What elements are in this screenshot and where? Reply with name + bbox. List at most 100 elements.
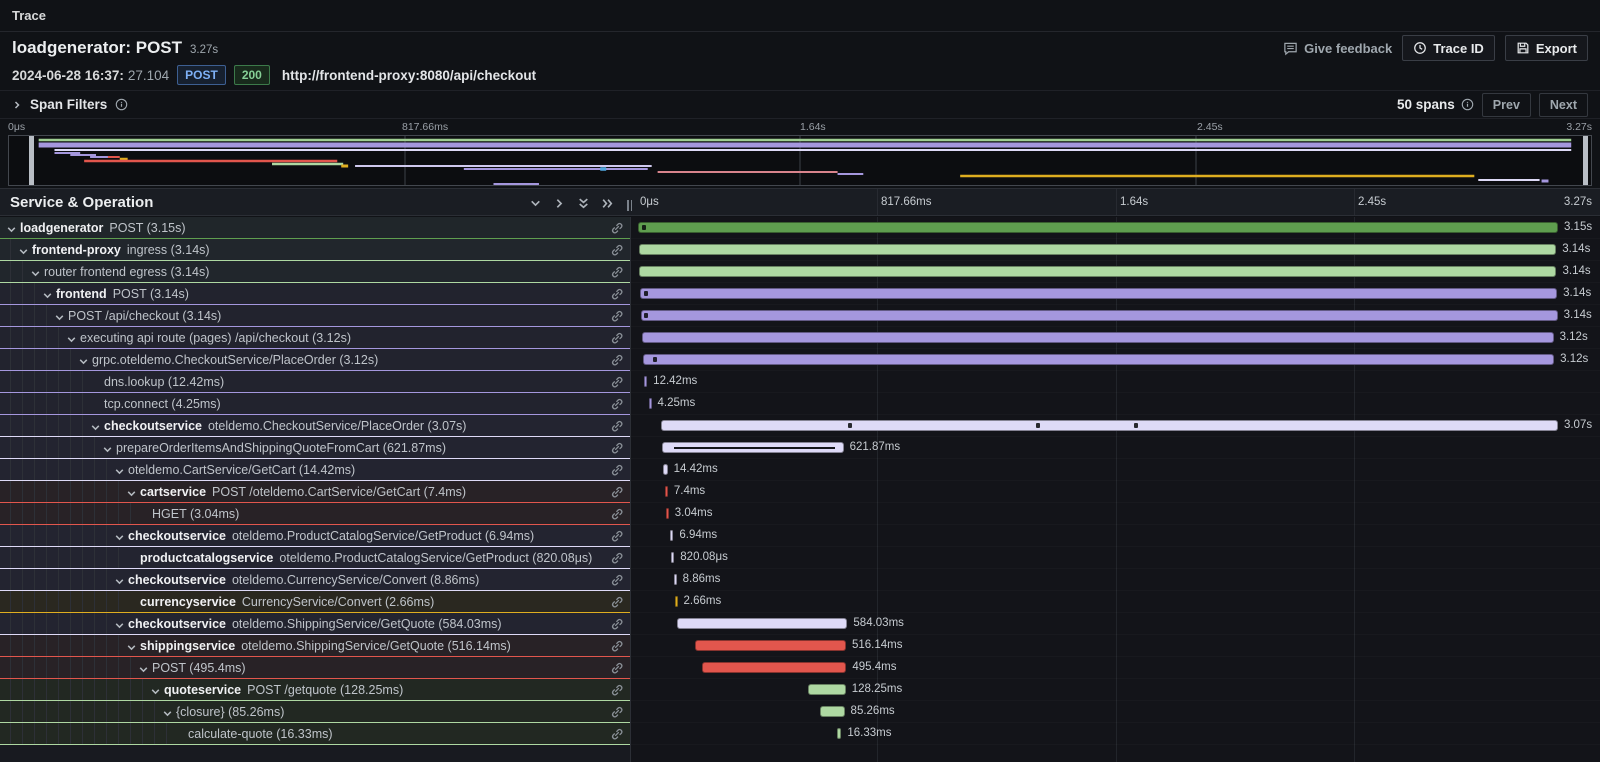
span-bar[interactable] — [640, 288, 1557, 299]
span-bar[interactable] — [695, 640, 846, 651]
span-row[interactable]: POST (495.4ms) 495.4ms — [0, 657, 1600, 679]
export-button[interactable]: Export — [1505, 35, 1588, 61]
span-name-cell[interactable]: oteldemo.CartService/GetCart (14.42ms) — [0, 459, 630, 481]
link-icon[interactable] — [610, 331, 624, 345]
span-bar[interactable] — [820, 706, 845, 717]
span-bar[interactable] — [661, 420, 1558, 431]
chevron-down-icon[interactable] — [114, 530, 125, 541]
span-bar[interactable] — [649, 398, 652, 409]
link-icon[interactable] — [610, 463, 624, 477]
chevron-down-icon[interactable] — [18, 244, 29, 255]
span-row[interactable]: checkoutserviceoteldemo.ShippingService/… — [0, 613, 1600, 635]
span-row[interactable]: productcatalogserviceoteldemo.ProductCat… — [0, 547, 1600, 569]
span-name-cell[interactable]: router frontend egress (3.14s) — [0, 261, 630, 283]
span-name-cell[interactable]: quoteservicePOST /getquote (128.25ms) — [0, 679, 630, 701]
chevron-down-icon[interactable] — [90, 420, 101, 431]
chevron-down-icon[interactable] — [42, 288, 53, 299]
link-icon[interactable] — [610, 353, 624, 367]
link-icon[interactable] — [610, 441, 624, 455]
chevron-down-icon[interactable] — [6, 222, 17, 233]
span-bar[interactable] — [641, 310, 1558, 321]
link-icon[interactable] — [610, 221, 624, 235]
chevron-down-icon[interactable] — [114, 464, 125, 475]
link-icon[interactable] — [610, 419, 624, 433]
span-row[interactable]: checkoutserviceoteldemo.CurrencyService/… — [0, 569, 1600, 591]
chevron-down-icon[interactable] — [138, 662, 149, 673]
span-bar[interactable] — [662, 442, 844, 453]
span-bar[interactable] — [665, 486, 668, 497]
span-row[interactable]: calculate-quote (16.33ms) 16.33ms — [0, 723, 1600, 745]
span-bar[interactable] — [644, 376, 648, 387]
span-bar[interactable] — [670, 530, 673, 541]
minimap-left-handle[interactable] — [29, 136, 34, 185]
chevron-down-icon[interactable] — [30, 266, 41, 277]
span-row[interactable]: oteldemo.CartService/GetCart (14.42ms) 1… — [0, 459, 1600, 481]
span-row[interactable]: prepareOrderItemsAndShippingQuoteFromCar… — [0, 437, 1600, 459]
span-bar[interactable] — [702, 662, 847, 673]
link-icon[interactable] — [610, 287, 624, 301]
link-icon[interactable] — [610, 573, 624, 587]
span-bar[interactable] — [808, 684, 845, 695]
span-bar[interactable] — [642, 332, 1553, 343]
span-name-cell[interactable]: POST (495.4ms) — [0, 657, 630, 679]
expand-all-icon[interactable] — [600, 196, 615, 211]
link-icon[interactable] — [610, 309, 624, 323]
span-bar[interactable] — [663, 464, 667, 475]
chevron-down-icon[interactable] — [162, 706, 173, 717]
link-icon[interactable] — [610, 551, 624, 565]
span-row[interactable]: POST /api/checkout (3.14s) 3.14s — [0, 305, 1600, 327]
span-name-cell[interactable]: loadgeneratorPOST (3.15s) — [0, 217, 630, 239]
expand-one-icon[interactable] — [552, 196, 567, 211]
give-feedback-link[interactable]: Give feedback — [1283, 41, 1392, 56]
span-bar[interactable] — [675, 596, 678, 607]
minimap-right-handle[interactable] — [1583, 136, 1588, 185]
link-icon[interactable] — [610, 485, 624, 499]
span-row[interactable]: quoteservicePOST /getquote (128.25ms) 12… — [0, 679, 1600, 701]
span-name-cell[interactable]: checkoutserviceoteldemo.ProductCatalogSe… — [0, 525, 630, 547]
span-name-cell[interactable]: checkoutserviceoteldemo.CheckoutService/… — [0, 415, 630, 437]
chevron-down-icon[interactable] — [78, 354, 89, 365]
chevron-down-icon[interactable] — [150, 684, 161, 695]
chevron-down-icon[interactable] — [114, 618, 125, 629]
link-icon[interactable] — [610, 243, 624, 257]
link-icon[interactable] — [610, 529, 624, 543]
link-icon[interactable] — [610, 683, 624, 697]
span-name-cell[interactable]: frontend-proxyingress (3.14s) — [0, 239, 630, 261]
link-icon[interactable] — [610, 661, 624, 675]
next-button[interactable]: Next — [1539, 93, 1588, 117]
span-row[interactable]: frontend-proxyingress (3.14s) 3.14s — [0, 239, 1600, 261]
collapse-one-icon[interactable] — [528, 196, 543, 211]
span-row[interactable]: dns.lookup (12.42ms) 12.42ms — [0, 371, 1600, 393]
span-row[interactable]: checkoutserviceoteldemo.ProductCatalogSe… — [0, 525, 1600, 547]
link-icon[interactable] — [610, 617, 624, 631]
link-icon[interactable] — [610, 375, 624, 389]
chevron-down-icon[interactable] — [102, 442, 113, 453]
span-bar[interactable] — [674, 574, 677, 585]
span-name-cell[interactable]: executing api route (pages) /api/checkou… — [0, 327, 630, 349]
link-icon[interactable] — [610, 595, 624, 609]
span-name-cell[interactable]: shippingserviceoteldemo.ShippingService/… — [0, 635, 630, 657]
span-name-cell[interactable]: productcatalogserviceoteldemo.ProductCat… — [0, 547, 630, 569]
span-name-cell[interactable]: frontendPOST (3.14s) — [0, 283, 630, 305]
span-name-cell[interactable]: {closure} (85.26ms) — [0, 701, 630, 723]
span-name-cell[interactable]: prepareOrderItemsAndShippingQuoteFromCar… — [0, 437, 630, 459]
span-row[interactable]: tcp.connect (4.25ms) 4.25ms — [0, 393, 1600, 415]
span-bar[interactable] — [677, 618, 848, 629]
link-icon[interactable] — [610, 705, 624, 719]
span-bar[interactable] — [837, 728, 842, 739]
span-bar[interactable] — [666, 508, 669, 519]
span-row[interactable]: executing api route (pages) /api/checkou… — [0, 327, 1600, 349]
span-bar[interactable] — [639, 266, 1556, 277]
chevron-down-icon[interactable] — [114, 574, 125, 585]
span-bar[interactable] — [638, 222, 1558, 233]
span-row[interactable]: frontendPOST (3.14s) 3.14s — [0, 283, 1600, 305]
span-name-cell[interactable]: cartservicePOST /oteldemo.CartService/Ge… — [0, 481, 630, 503]
span-row[interactable]: router frontend egress (3.14s) 3.14s — [0, 261, 1600, 283]
span-bar[interactable] — [643, 354, 1554, 365]
span-name-cell[interactable]: HGET (3.04ms) — [0, 503, 630, 525]
span-name-cell[interactable]: tcp.connect (4.25ms) — [0, 393, 630, 415]
span-row[interactable]: shippingserviceoteldemo.ShippingService/… — [0, 635, 1600, 657]
link-icon[interactable] — [610, 265, 624, 279]
link-icon[interactable] — [610, 727, 624, 741]
span-bar[interactable] — [639, 244, 1556, 255]
